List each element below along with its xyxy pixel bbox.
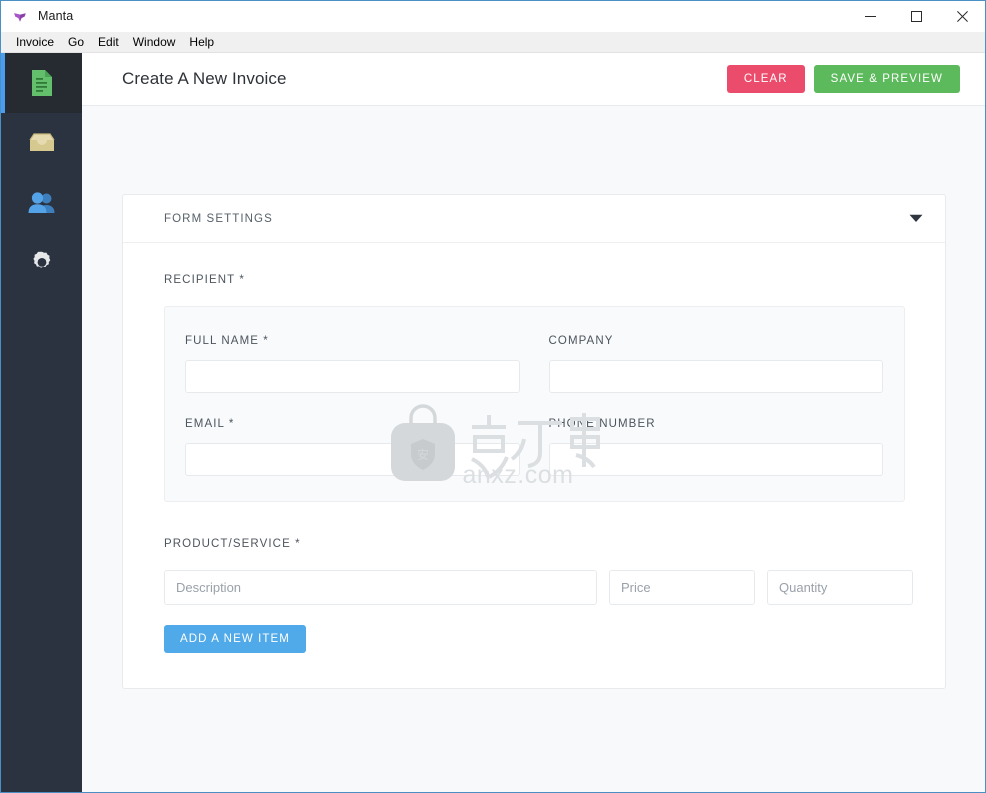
recipient-panel: FULL NAME * COMPANY EMAIL * PHONE NUMBER (164, 306, 905, 502)
close-icon[interactable] (939, 1, 985, 32)
recipient-row-1: FULL NAME * COMPANY (185, 335, 883, 393)
document-icon (30, 69, 54, 97)
phone-number-input[interactable] (548, 443, 883, 476)
company-input[interactable] (548, 360, 883, 393)
menu-item-window[interactable]: Window (126, 34, 183, 51)
chevron-down-icon[interactable] (909, 210, 923, 228)
form-scroll-area: 安 anxz.com FORM SETTINGS RECIPIENT * FUL… (82, 106, 985, 792)
window-controls (847, 1, 985, 32)
gear-icon (30, 251, 54, 275)
description-input[interactable] (164, 570, 597, 605)
full-name-input[interactable] (185, 360, 520, 393)
recipient-section-label: RECIPIENT * (164, 274, 245, 286)
form-card: FORM SETTINGS RECIPIENT * FULL NAME * CO… (122, 194, 946, 689)
sidebar-item-invoices[interactable] (1, 53, 82, 113)
add-new-item-button[interactable]: ADD A NEW ITEM (164, 625, 306, 653)
menubar: Invoice Go Edit Window Help (1, 32, 985, 53)
people-icon (28, 192, 56, 214)
field-email: EMAIL * (185, 418, 520, 476)
titlebar-left: Manta (1, 9, 73, 25)
price-input[interactable] (609, 570, 755, 605)
sidebar-item-settings[interactable] (1, 233, 82, 293)
product-service-section: PRODUCT/SERVICE * ADD A NEW ITEM (164, 538, 913, 653)
sidebar-item-inbox[interactable] (1, 113, 82, 173)
manta-logo-icon (12, 9, 28, 25)
form-settings-label: FORM SETTINGS (164, 212, 273, 225)
save-preview-button[interactable]: SAVE & PREVIEW (813, 65, 960, 93)
recipient-row-2: EMAIL * PHONE NUMBER (185, 418, 883, 476)
page-header: Create A New Invoice CLEAR SAVE & PREVIE… (82, 53, 985, 106)
minimize-icon[interactable] (847, 1, 893, 32)
content-area: Create A New Invoice CLEAR SAVE & PREVIE… (82, 53, 985, 792)
field-company: COMPANY (548, 335, 883, 393)
field-phone-number: PHONE NUMBER (548, 418, 883, 476)
maximize-icon[interactable] (893, 1, 939, 32)
full-name-label: FULL NAME * (185, 335, 269, 347)
email-label: EMAIL * (185, 418, 235, 430)
clear-button[interactable]: CLEAR (726, 65, 805, 93)
field-full-name: FULL NAME * (185, 335, 520, 393)
page-title: Create A New Invoice (122, 69, 287, 88)
recipient-row-gap (185, 393, 883, 418)
product-service-label: PRODUCT/SERVICE * (164, 538, 301, 550)
form-card-body: RECIPIENT * FULL NAME * COMPANY EMAIL * … (123, 243, 945, 688)
sidebar (1, 53, 82, 792)
menu-item-help[interactable]: Help (182, 34, 221, 51)
company-label: COMPANY (548, 335, 614, 347)
email-input[interactable] (185, 443, 520, 476)
app-title: Manta (38, 9, 74, 24)
quantity-input[interactable] (767, 570, 913, 605)
form-settings-header[interactable]: FORM SETTINGS (123, 195, 945, 243)
menu-item-edit[interactable]: Edit (91, 34, 126, 51)
inbox-tray-icon (29, 133, 55, 153)
phone-number-label: PHONE NUMBER (548, 418, 656, 430)
sidebar-item-clients[interactable] (1, 173, 82, 233)
body-area: Create A New Invoice CLEAR SAVE & PREVIE… (1, 53, 985, 792)
menu-item-go[interactable]: Go (61, 34, 91, 51)
app-window: Manta Invoice Go Edit Window Help Create… (0, 0, 986, 793)
product-item-row (164, 570, 913, 605)
titlebar: Manta (1, 1, 985, 32)
menu-item-invoice[interactable]: Invoice (9, 34, 61, 51)
